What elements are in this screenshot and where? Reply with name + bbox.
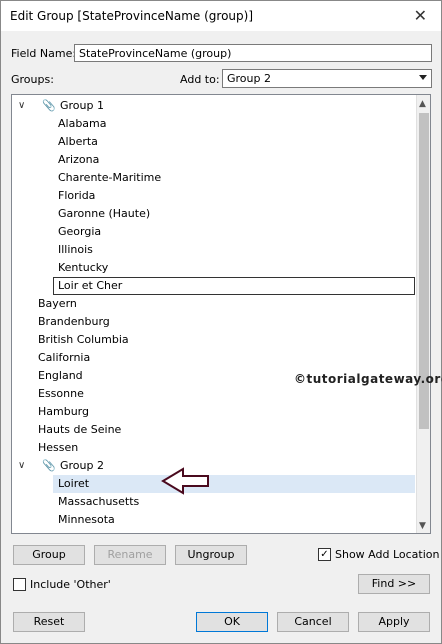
list-item[interactable]: Florida — [58, 187, 95, 205]
field-name-input[interactable] — [74, 44, 432, 62]
scroll-up-icon[interactable]: ▲ — [419, 99, 426, 109]
list-item[interactable]: Minnesota — [58, 511, 115, 529]
vertical-scrollbar[interactable]: ▲ ▼ — [416, 95, 430, 533]
group-button[interactable]: Group — [13, 545, 85, 565]
watermark: ©tutorialgateway.org — [294, 372, 442, 386]
tree-group-1[interactable]: ∨ 📎 Group 1 — [16, 97, 414, 115]
list-item[interactable]: Brandenburg — [38, 313, 110, 331]
list-item[interactable]: Hauts de Seine — [38, 421, 121, 439]
include-other-label: Include 'Other' — [30, 578, 111, 591]
show-add-location-label: Show Add Location — [335, 548, 440, 561]
apply-button[interactable]: Apply — [358, 612, 430, 632]
scroll-down-icon[interactable]: ▼ — [419, 521, 426, 531]
groups-label: Groups: — [11, 73, 54, 86]
groups-tree[interactable]: ∨ 📎 Group 1 Alabama Alberta Arizona Char… — [11, 94, 431, 534]
reset-button[interactable]: Reset — [13, 612, 85, 632]
list-item[interactable]: Bayern — [38, 295, 77, 313]
list-item[interactable]: Illinois — [58, 241, 93, 259]
add-to-label: Add to: — [180, 73, 220, 86]
rename-button[interactable]: Rename — [94, 545, 166, 565]
list-item[interactable]: British Columbia — [38, 331, 129, 349]
chevron-down-icon — [419, 75, 427, 80]
ungroup-button[interactable]: Ungroup — [175, 545, 247, 565]
group-1-label: Group 1 — [60, 99, 104, 112]
list-item[interactable]: Hessen — [38, 439, 78, 457]
ok-button[interactable]: OK — [196, 612, 268, 632]
list-item[interactable]: Garonne (Haute) — [58, 205, 150, 223]
list-item-selected[interactable]: Loiret — [53, 475, 415, 493]
list-item[interactable]: Essonne — [38, 385, 84, 403]
list-item-focused[interactable]: Loir et Cher — [53, 277, 415, 295]
list-item[interactable]: Charente-Maritime — [58, 169, 161, 187]
paperclip-icon: 📎 — [42, 459, 56, 472]
list-item[interactable]: Alberta — [58, 133, 98, 151]
close-icon[interactable]: ✕ — [414, 6, 427, 25]
list-item[interactable]: Georgia — [58, 223, 101, 241]
edit-group-dialog: Edit Group [StateProvinceName (group)] ✕… — [0, 0, 442, 644]
find-button[interactable]: Find >> — [358, 574, 430, 594]
cancel-button[interactable]: Cancel — [277, 612, 349, 632]
group-2-label: Group 2 — [60, 459, 104, 472]
pointer-arrow-icon — [161, 467, 209, 495]
show-add-location-checkbox[interactable]: ✓ — [318, 548, 331, 561]
collapse-chevron-icon[interactable]: ∨ — [18, 97, 25, 115]
list-item[interactable]: Arizona — [58, 151, 99, 169]
add-to-value: Group 2 — [227, 72, 271, 85]
include-other-checkbox[interactable] — [13, 578, 26, 591]
list-item[interactable]: Kentucky — [58, 259, 108, 277]
list-item[interactable]: Alabama — [58, 115, 107, 133]
add-to-select[interactable]: Group 2 — [222, 69, 432, 88]
title-bar: Edit Group [StateProvinceName (group)] ✕ — [1, 1, 441, 31]
list-item[interactable]: Massachusetts — [58, 493, 139, 511]
paperclip-icon: 📎 — [42, 99, 56, 112]
list-item[interactable]: California — [38, 349, 90, 367]
list-item[interactable]: England — [38, 367, 83, 385]
tree-group-2[interactable]: ∨ 📎 Group 2 — [16, 457, 414, 475]
field-name-label: Field Name: — [11, 47, 77, 60]
list-item[interactable]: Hamburg — [38, 403, 89, 421]
collapse-chevron-icon[interactable]: ∨ — [18, 457, 25, 475]
window-title: Edit Group [StateProvinceName (group)] — [10, 9, 254, 23]
